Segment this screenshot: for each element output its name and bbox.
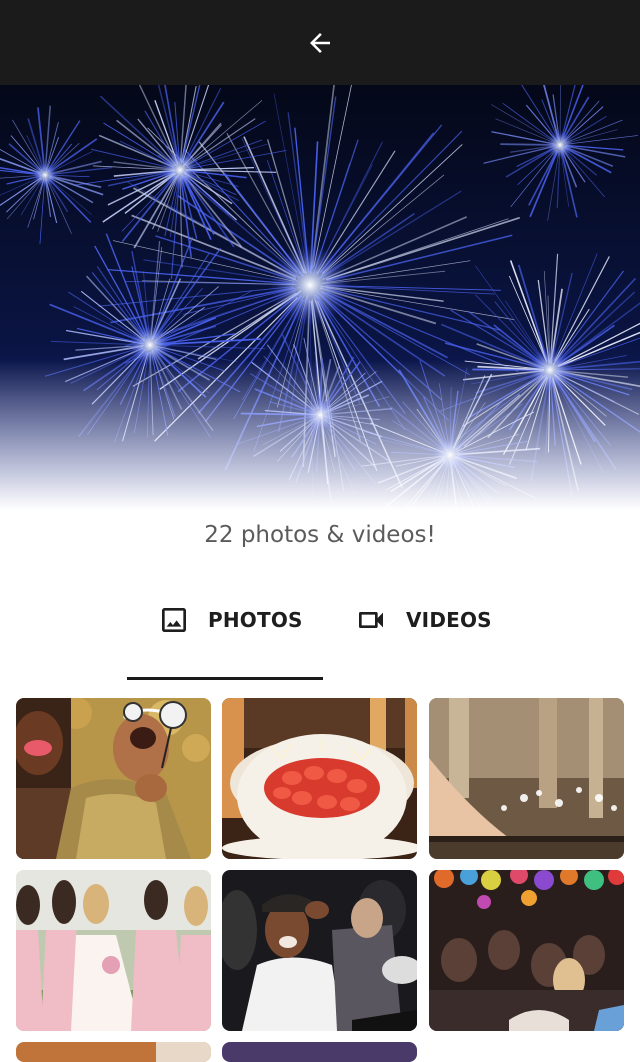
arrow-left-icon (305, 28, 335, 58)
tab-indicator (127, 677, 323, 680)
media-count-text: 22 photos & videos! (0, 522, 640, 548)
media-tile[interactable] (222, 870, 417, 1031)
media-tile[interactable] (429, 870, 624, 1031)
tab-videos[interactable]: VIDEOS (354, 598, 492, 642)
tab-videos-label: VIDEOS (406, 608, 492, 632)
video-camera-icon (354, 604, 388, 636)
media-tile[interactable] (16, 698, 211, 859)
media-tabs: PHOTOS VIDEOS (128, 598, 518, 642)
firework-glow (546, 131, 575, 160)
image-icon (158, 604, 190, 636)
media-tile[interactable] (222, 1042, 417, 1062)
media-tile[interactable] (429, 698, 624, 859)
tab-photos-label: PHOTOS (208, 608, 303, 632)
back-button[interactable] (296, 19, 344, 67)
hero-image (0, 85, 640, 510)
media-tile[interactable] (222, 698, 417, 859)
media-tile[interactable] (16, 870, 211, 1031)
firework-glow (32, 162, 57, 187)
firework-glow (160, 150, 200, 190)
top-bar (0, 0, 640, 85)
firework-glow (269, 244, 352, 327)
media-tile[interactable] (16, 1042, 211, 1062)
hero-fade (0, 360, 640, 510)
tab-photos[interactable]: PHOTOS (158, 598, 303, 642)
